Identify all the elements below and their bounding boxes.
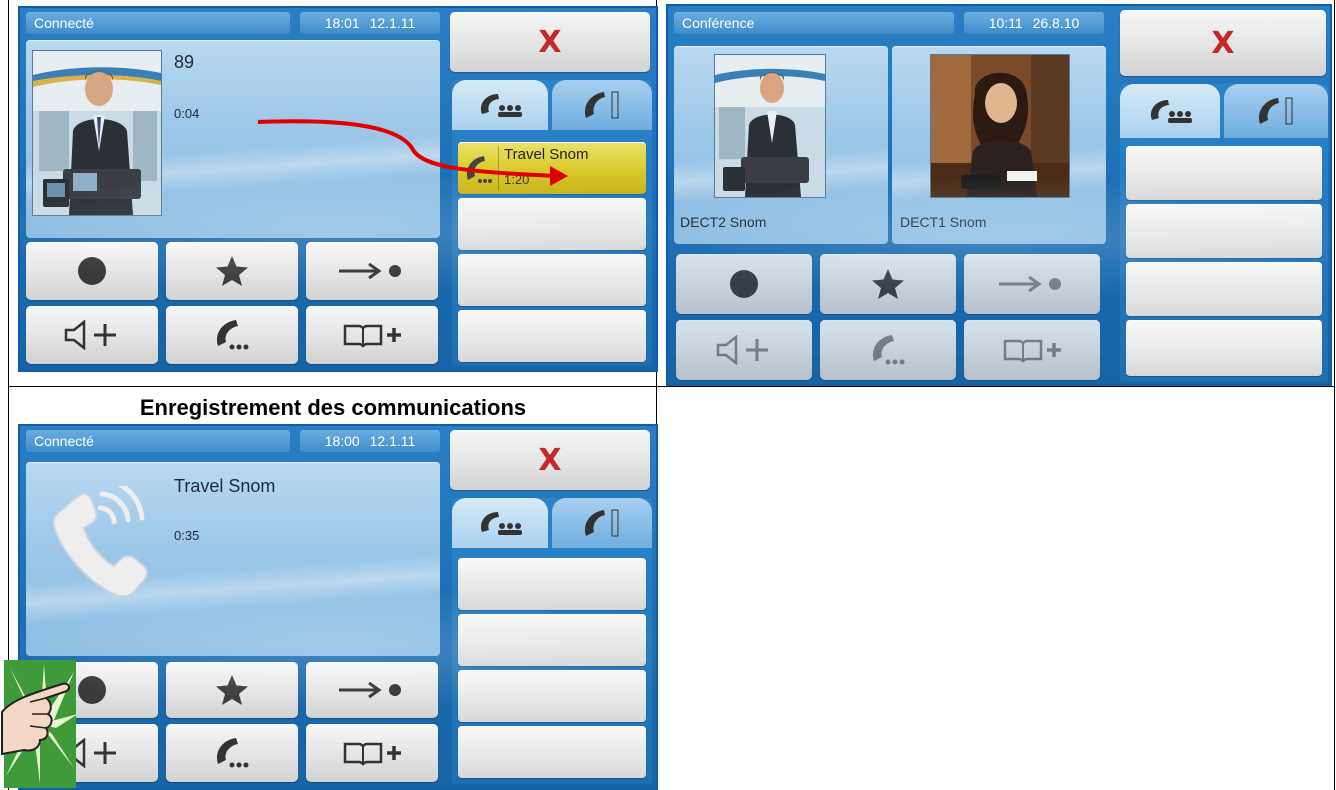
favorite-button[interactable] — [166, 662, 298, 718]
handset-signal-icon — [52, 486, 148, 598]
transfer-icon — [999, 275, 1061, 293]
dialpad-tab-icon — [1258, 97, 1293, 125]
call-list-icon — [216, 320, 249, 350]
volume-up-button[interactable] — [26, 306, 158, 364]
call-list-icon — [216, 738, 249, 768]
status-bar: Connecté — [26, 12, 290, 34]
close-button[interactable]: X — [450, 12, 650, 72]
phonebook-add-icon — [343, 742, 401, 766]
call-slot-empty[interactable] — [458, 558, 646, 610]
clock: 18:00 12.1.11 — [300, 430, 440, 452]
transfer-button[interactable] — [306, 242, 438, 300]
phonebook-add-button[interactable] — [306, 724, 438, 782]
caller-photo-man — [32, 50, 162, 216]
tab-dialpad[interactable] — [1224, 84, 1328, 138]
call-slot-empty[interactable] — [1126, 262, 1322, 316]
participant-panel-dect1[interactable]: DECT1 Snom — [892, 46, 1106, 244]
clock: 10:11 26.8.10 — [964, 12, 1104, 34]
caller-name: Travel Snom — [174, 476, 276, 496]
participant-photo-man — [714, 54, 826, 198]
call-slot-empty[interactable] — [458, 670, 646, 722]
close-button[interactable]: X — [1120, 10, 1326, 76]
record-icon — [78, 257, 106, 285]
record-icon — [78, 676, 106, 704]
participant-panel-dect2[interactable]: DECT2 Snom — [674, 46, 888, 244]
transfer-button[interactable] — [964, 254, 1100, 314]
caller-name: 89 — [174, 52, 195, 72]
status-bar: Conférence — [674, 12, 954, 34]
phonebook-add-button[interactable] — [306, 306, 438, 364]
call-list-button[interactable] — [820, 320, 956, 380]
volume-up-button[interactable] — [676, 320, 812, 380]
call-duration: 0:35 — [174, 528, 200, 543]
call-slot-empty[interactable] — [458, 198, 646, 250]
star-icon — [216, 675, 248, 705]
call-tab-area — [452, 498, 652, 784]
phonebook-add-icon — [343, 324, 401, 348]
dialpad-tab-icon — [584, 509, 619, 537]
star-icon — [216, 256, 248, 286]
record-icon — [730, 270, 758, 298]
status-bar: Connecté — [26, 430, 290, 452]
participant-name: DECT1 Snom — [900, 214, 987, 230]
star-icon — [872, 269, 904, 299]
conference-tab-icon — [480, 512, 522, 535]
active-call-panel[interactable]: Travel Snom 0:35 — [26, 462, 440, 656]
close-button[interactable]: X — [450, 430, 650, 490]
clock: 18:01 12.1.11 — [300, 12, 440, 34]
favorite-button[interactable] — [166, 242, 298, 300]
call-list-icon — [872, 335, 905, 365]
transfer-button[interactable] — [306, 662, 438, 718]
record-button[interactable] — [26, 242, 158, 300]
transfer-arrow-icon — [257, 119, 568, 186]
conference-tab-icon — [1150, 100, 1192, 123]
phone-screen-recording: Connecté 18:00 12.1.11 Travel Snom 0:35 … — [18, 424, 658, 790]
tab-conference[interactable] — [452, 498, 548, 548]
call-slot-empty[interactable] — [1126, 146, 1322, 200]
participant-photo-woman — [930, 54, 1070, 198]
table-border-row — [8, 386, 1335, 387]
tab-conference[interactable] — [1120, 84, 1220, 138]
call-tab-area — [1120, 84, 1328, 382]
pointing-hand-icon — [0, 660, 78, 788]
record-button[interactable] — [676, 254, 812, 314]
favorite-button[interactable] — [820, 254, 956, 314]
call-slot-empty[interactable] — [1126, 320, 1322, 376]
phonebook-add-button[interactable] — [964, 320, 1100, 380]
participant-name: DECT2 Snom — [680, 214, 767, 230]
transfer-icon — [339, 262, 401, 280]
phonebook-add-icon — [1003, 339, 1061, 363]
call-list-button[interactable] — [166, 724, 298, 782]
tab-dialpad[interactable] — [552, 498, 652, 548]
call-list-button[interactable] — [166, 306, 298, 364]
call-slot-empty[interactable] — [458, 254, 646, 306]
phone-screen-conference: Conférence 10:11 26.8.10 DECT2 Snom DECT… — [666, 4, 1332, 386]
volume-up-icon — [64, 320, 116, 350]
call-duration: 0:04 — [174, 106, 200, 121]
figure-caption: Enregistrement des communications — [139, 395, 527, 420]
call-slot-empty[interactable] — [458, 726, 646, 778]
transfer-icon — [339, 681, 401, 699]
call-slot-empty[interactable] — [458, 310, 646, 362]
call-slot-empty[interactable] — [1126, 204, 1322, 258]
volume-up-icon — [716, 335, 768, 365]
table-border-right — [1334, 0, 1335, 790]
call-slot-empty[interactable] — [458, 614, 646, 666]
